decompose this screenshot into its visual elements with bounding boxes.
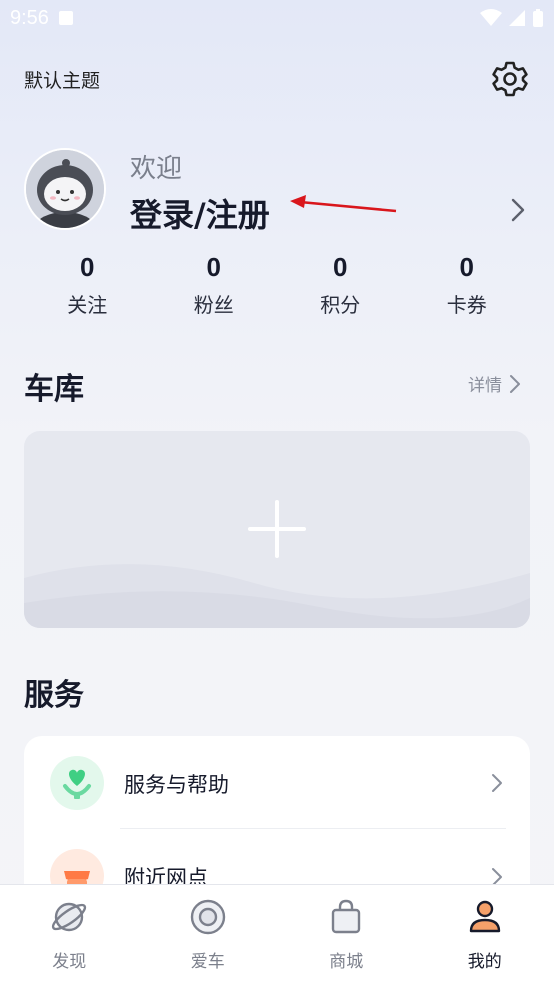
wifi-icon <box>480 9 502 26</box>
stat-value: 0 <box>206 252 221 282</box>
service-item-nearby[interactable]: 附近网点 <box>24 830 530 884</box>
garage-detail-link[interactable]: 详情 <box>468 371 522 396</box>
annotation-arrow-icon <box>290 195 397 213</box>
signal-icon <box>509 10 525 26</box>
bag-icon <box>332 899 361 934</box>
gear-icon[interactable] <box>490 59 530 99</box>
notification-icon <box>58 11 73 25</box>
garage-title: 车库 <box>24 372 84 407</box>
stat-points[interactable]: 0 积分 <box>277 252 404 318</box>
store-icon <box>50 849 104 884</box>
stat-fans[interactable]: 0 粉丝 <box>151 252 278 318</box>
chevron-right-icon <box>510 374 520 393</box>
services-title: 服务 <box>24 678 84 713</box>
login-register-link[interactable]: 登录/注册 <box>130 190 270 236</box>
tab-label: 我的 <box>467 952 502 972</box>
status-icons <box>480 8 544 28</box>
plus-icon[interactable] <box>248 500 306 558</box>
stat-label: 积分 <box>320 293 361 317</box>
theme-label[interactable]: 默认主题 <box>24 66 100 93</box>
tab-label: 商城 <box>329 952 364 972</box>
battery-icon <box>533 9 543 27</box>
stat-value: 0 <box>459 252 474 282</box>
stat-value: 0 <box>333 252 348 282</box>
chevron-right-icon <box>492 774 502 792</box>
profile-stats: 0 关注 0 粉丝 0 积分 0 卡券 <box>24 252 530 318</box>
stat-label: 卡券 <box>446 293 487 317</box>
planet-icon <box>52 902 87 932</box>
robot-avatar-icon <box>26 150 104 228</box>
stat-label: 粉丝 <box>193 293 234 317</box>
status-time: 9:56 <box>10 6 49 29</box>
stat-label: 关注 <box>67 293 108 317</box>
status-bar: 9:56 <box>0 0 554 36</box>
heart-hand-icon <box>50 756 104 810</box>
avatar[interactable] <box>24 148 106 230</box>
welcome-text: 欢迎 <box>130 154 183 184</box>
person-icon <box>469 900 500 933</box>
tab-shop[interactable]: 商城 <box>277 885 416 984</box>
chevron-right-icon <box>492 868 502 884</box>
service-item-help[interactable]: 服务与帮助 <box>24 737 530 829</box>
stat-follow[interactable]: 0 关注 <box>24 252 151 318</box>
stat-value: 0 <box>80 252 95 282</box>
service-item-label: 服务与帮助 <box>124 773 229 797</box>
bottom-tab-bar: 发现 爱车 商城 我的 <box>0 884 554 984</box>
target-icon <box>190 899 225 935</box>
tab-label: 发现 <box>52 952 87 972</box>
tab-discover[interactable]: 发现 <box>0 885 139 984</box>
garage-detail-label: 详情 <box>468 376 502 396</box>
service-item-label: 附近网点 <box>124 866 208 884</box>
divider <box>120 828 506 829</box>
stat-coupons[interactable]: 0 卡券 <box>404 252 531 318</box>
tab-mine[interactable]: 我的 <box>416 885 554 984</box>
tab-my-car[interactable]: 爱车 <box>139 885 278 984</box>
chevron-right-icon[interactable] <box>506 196 530 224</box>
tab-label: 爱车 <box>190 952 225 972</box>
